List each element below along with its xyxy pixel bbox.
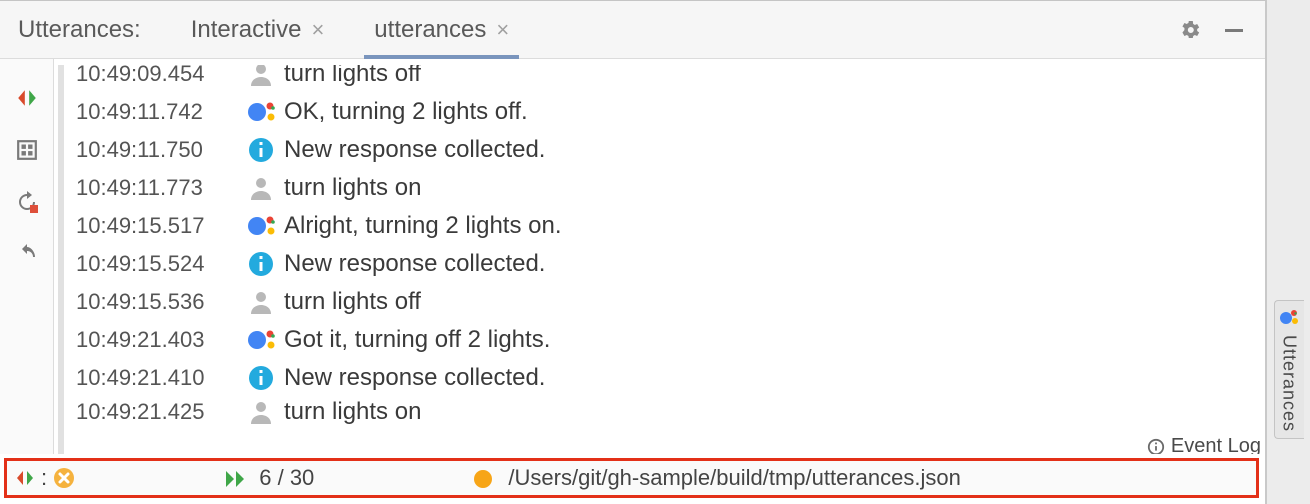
assistant-icon <box>1279 307 1299 327</box>
tool-gutter <box>0 59 54 454</box>
log-row: 10:49:11.773 turn lights on <box>68 169 1265 207</box>
close-icon[interactable]: × <box>496 17 509 43</box>
log-row: 10:49:15.536 turn lights off <box>68 283 1265 321</box>
panel-header: Utterances: Interactive × utterances × <box>0 1 1265 59</box>
log-message: turn lights on <box>284 398 421 426</box>
log-timestamp: 10:49:15.524 <box>76 251 246 277</box>
log-row: 10:49:11.742 OK, turning 2 lights off. <box>68 93 1265 131</box>
info-icon <box>246 135 276 165</box>
log-message: Alright, turning 2 lights on. <box>284 212 562 240</box>
log-timestamp: 10:49:11.742 <box>76 99 246 125</box>
tab-label: utterances <box>374 16 486 44</box>
expand-collapse-icon[interactable] <box>15 468 35 488</box>
progress-count: 6 / 30 <box>259 465 314 490</box>
assistant-icon <box>246 97 276 127</box>
status-separator: : <box>41 465 47 491</box>
log-timestamp: 10:49:09.454 <box>76 65 246 87</box>
event-log-link[interactable]: Event Log <box>1147 435 1261 454</box>
status-bar: : 6 / 30 /Users/git/gh-sample/build/tmp/… <box>4 458 1259 498</box>
log-row: 10:49:21.425 turn lights on <box>68 397 1265 427</box>
expand-collapse-icon[interactable] <box>12 83 42 113</box>
log-message: turn lights off <box>284 288 421 316</box>
file-path: /Users/git/gh-sample/build/tmp/utterance… <box>508 465 960 490</box>
tab-interactive[interactable]: Interactive × <box>181 1 335 58</box>
side-tab-label: Utterances <box>1279 335 1300 432</box>
play-fast-icon[interactable] <box>225 469 247 489</box>
gear-icon[interactable] <box>1177 17 1203 43</box>
tab-label: Interactive <box>191 16 302 44</box>
user-icon <box>246 287 276 317</box>
tab-utterances[interactable]: utterances × <box>364 1 519 58</box>
panel-title: Utterances: <box>18 16 141 44</box>
log-row: 10:49:15.524 New response collected. <box>68 245 1265 283</box>
assistant-icon <box>246 325 276 355</box>
log-row: 10:49:09.454 turn lights off <box>68 65 1265 93</box>
log-timestamp: 10:49:21.410 <box>76 365 246 391</box>
log-list: 10:49:09.454 turn lights off 10:49:11.742 O… <box>58 65 1265 454</box>
log-timestamp: 10:49:11.773 <box>76 175 246 201</box>
assistant-icon <box>246 211 276 241</box>
layout-icon[interactable] <box>12 135 42 165</box>
log-timestamp: 10:49:15.536 <box>76 289 246 315</box>
log-row: 10:49:15.517 Alright, turning 2 lights on… <box>68 207 1265 245</box>
file-status-icon <box>474 470 492 488</box>
log-message: New response collected. <box>284 250 545 278</box>
log-message: New response collected. <box>284 364 545 392</box>
event-log-label: Event Log <box>1171 435 1261 454</box>
log-message: New response collected. <box>284 136 545 164</box>
info-icon <box>246 249 276 279</box>
close-icon[interactable]: × <box>311 17 324 43</box>
log-row: 10:49:21.403 Got it, turning off 2 lights… <box>68 321 1265 359</box>
minimize-icon[interactable] <box>1221 17 1247 43</box>
side-tab-utterances[interactable]: Utterances <box>1274 300 1304 439</box>
info-icon <box>246 363 276 393</box>
cancel-icon[interactable] <box>53 467 75 489</box>
log-timestamp: 10:49:11.750 <box>76 137 246 163</box>
log-timestamp: 10:49:21.403 <box>76 327 246 353</box>
log-message: OK, turning 2 lights off. <box>284 98 528 126</box>
log-message: turn lights on <box>284 174 421 202</box>
log-row: 10:49:11.750 New response collected. <box>68 131 1265 169</box>
user-icon <box>246 173 276 203</box>
log-timestamp: 10:49:15.517 <box>76 213 246 239</box>
user-icon <box>246 65 276 89</box>
log-message: turn lights off <box>284 65 421 88</box>
rerun-stop-icon[interactable] <box>12 187 42 217</box>
log-row: 10:49:21.410 New response collected. <box>68 359 1265 397</box>
log-timestamp: 10:49:21.425 <box>76 399 246 425</box>
user-icon <box>246 397 276 427</box>
right-rail: Utterances <box>1266 0 1310 504</box>
undo-icon[interactable] <box>12 239 42 269</box>
log-message: Got it, turning off 2 lights. <box>284 326 550 354</box>
